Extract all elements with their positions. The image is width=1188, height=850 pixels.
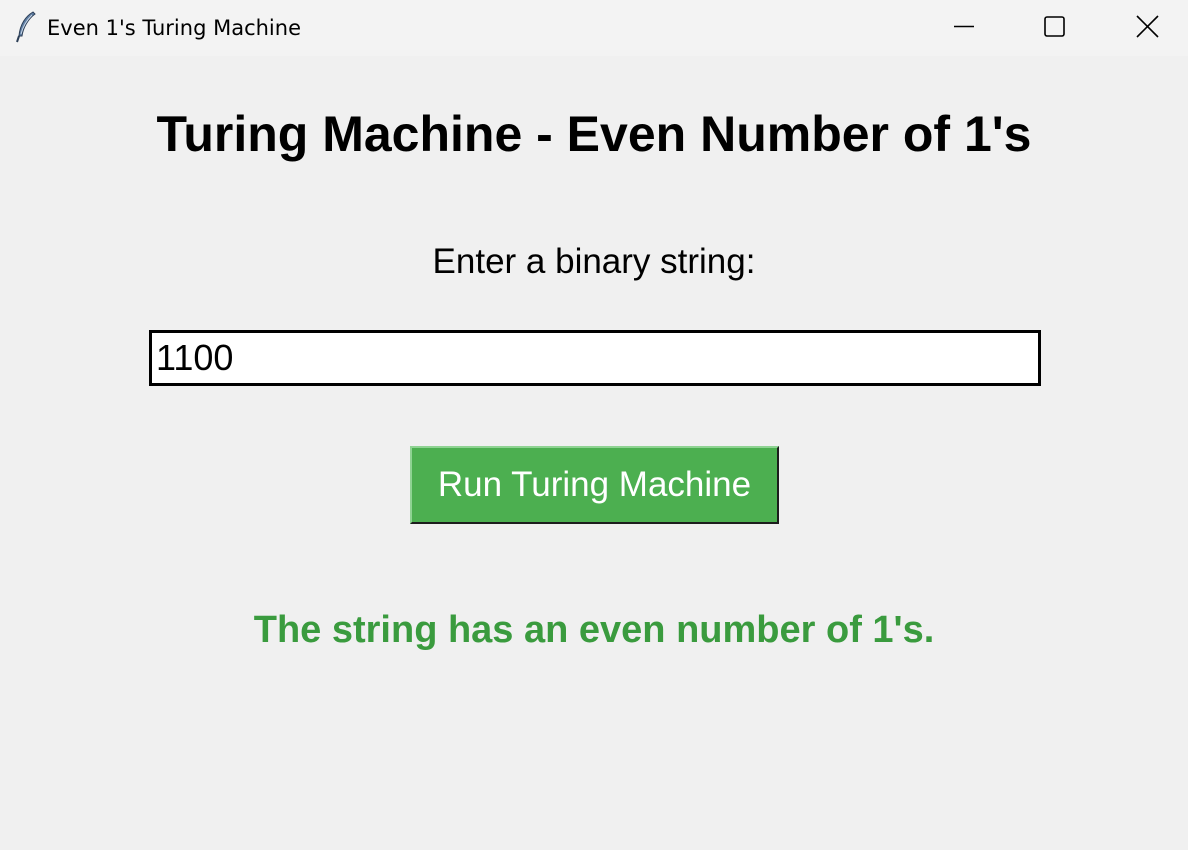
page-title: Turing Machine - Even Number of 1's (156, 106, 1032, 162)
close-button[interactable] (1100, 0, 1188, 56)
close-icon (1136, 15, 1159, 38)
main-panel: Turing Machine - Even Number of 1's Ente… (0, 56, 1188, 850)
minimize-icon (954, 25, 974, 28)
feather-icon (14, 10, 38, 44)
title-bar: Even 1's Turing Machine (0, 0, 1188, 56)
binary-string-input[interactable] (149, 330, 1041, 386)
minimize-button[interactable] (920, 0, 1010, 56)
window-title: Even 1's Turing Machine (47, 16, 301, 40)
maximize-button[interactable] (1010, 0, 1100, 56)
run-turing-machine-button[interactable]: Run Turing Machine (410, 446, 779, 524)
result-message: The string has an even number of 1's. (253, 609, 935, 651)
input-label: Enter a binary string: (432, 242, 756, 281)
maximize-icon (1044, 16, 1065, 37)
